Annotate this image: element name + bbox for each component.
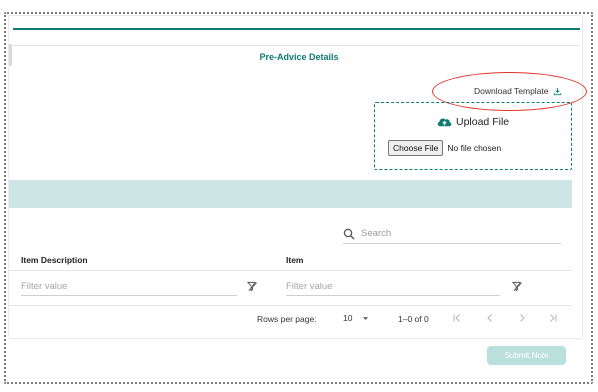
column-header-item[interactable]: Item [286, 255, 303, 265]
column-header-item-description[interactable]: Item Description [21, 255, 88, 265]
file-picker: Choose File No file chosen [388, 140, 501, 156]
filter-clear-icon[interactable] [247, 281, 258, 292]
search-input[interactable] [361, 228, 541, 239]
upload-dropzone[interactable] [374, 102, 572, 170]
filter-input-item-description[interactable] [21, 278, 237, 296]
table-search [343, 224, 561, 244]
upload-title-text: Upload File [456, 116, 510, 128]
top-accent-line [13, 28, 580, 30]
header-row-divider [9, 270, 572, 271]
chevron-right-icon [520, 314, 525, 322]
search-icon [343, 228, 355, 239]
next-page-button[interactable] [515, 311, 529, 325]
submit-note-button[interactable]: Submit Note [487, 346, 566, 365]
choose-file-button[interactable]: Choose File [388, 140, 444, 156]
table-header-band [9, 180, 572, 208]
filter-clear-icon[interactable] [512, 281, 523, 292]
rows-per-page-value: 10 [343, 313, 353, 323]
filter-row-divider [9, 305, 572, 306]
header-divider [13, 45, 580, 46]
filter-input-item[interactable] [286, 278, 500, 296]
last-page-icon [550, 314, 557, 322]
download-template-link[interactable]: Download Template [474, 86, 562, 96]
no-file-text: No file chosen [447, 143, 502, 153]
download-template-label: Download Template [474, 86, 549, 96]
first-page-icon [453, 314, 460, 322]
rows-per-page-select[interactable]: 10 [343, 313, 375, 323]
page-range-label: 1–0 of 0 [398, 314, 429, 324]
upload-title: Upload File [436, 115, 509, 129]
download-icon [553, 87, 561, 95]
cloud-upload-icon [437, 118, 452, 127]
section-title: Pre-Advice Details [259, 52, 339, 62]
last-page-button[interactable] [546, 311, 560, 325]
first-page-button[interactable] [450, 311, 464, 325]
rows-per-page-label: Rows per page: [257, 314, 317, 324]
previous-page-button[interactable] [483, 311, 497, 325]
chevron-left-icon [487, 314, 492, 322]
caret-down-icon [363, 316, 369, 320]
